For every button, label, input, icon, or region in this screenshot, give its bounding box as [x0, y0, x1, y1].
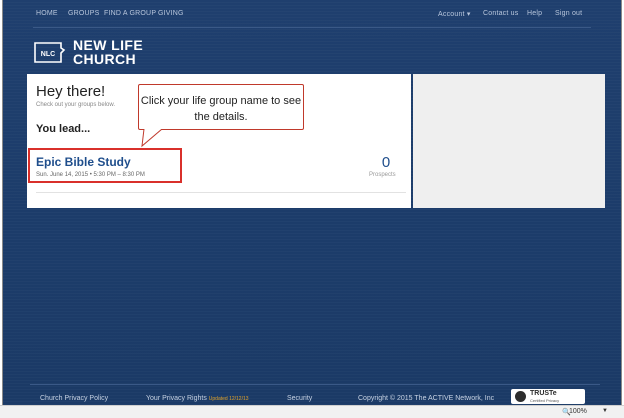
nav-find-a-group[interactable]: FIND A GROUP	[104, 10, 156, 17]
privacy-rights-label[interactable]: Your Privacy Rights	[146, 395, 207, 402]
truste-logo-icon	[515, 391, 526, 402]
truste-subtitle: Certified Privacy	[530, 398, 560, 403]
nav-account-menu[interactable]: Account ▾	[438, 10, 471, 18]
group-divider	[36, 192, 406, 193]
nav-groups[interactable]: GROUPS	[68, 10, 100, 17]
greeting-subtitle: Check out your groups below.	[36, 102, 116, 108]
footer-security[interactable]: Security	[287, 395, 312, 402]
prospects-label: Prospects	[369, 172, 396, 178]
sidebar-panel	[413, 74, 605, 208]
zoom-dropdown-icon[interactable]: ▼	[602, 408, 608, 414]
nav-contact-us[interactable]: Contact us	[483, 10, 518, 17]
callout-text: Click your life group name to see the de…	[140, 95, 302, 123]
you-lead-heading: You lead...	[36, 123, 91, 135]
logo-mark: NLC	[41, 51, 55, 58]
nav-divider	[33, 27, 591, 28]
footer-church-privacy-policy[interactable]: Church Privacy Policy	[40, 395, 108, 402]
group-name-link[interactable]: Epic Bible Study	[36, 155, 131, 169]
footer-copyright: Copyright © 2015 The ACTIVE Network, Inc	[358, 395, 495, 402]
church-logo-icon[interactable]: NLC	[33, 41, 66, 64]
zoom-level[interactable]: 100%	[569, 408, 587, 415]
truste-badge[interactable]: TRUSTe Certified Privacy	[511, 389, 585, 404]
browser-status-bar	[0, 405, 624, 418]
group-schedule: Sun. June 14, 2015 • 5:30 PM – 8:30 PM	[36, 172, 145, 178]
greeting-heading: Hey there!	[36, 83, 106, 100]
nav-sign-out[interactable]: Sign out	[555, 10, 582, 17]
prospects-count[interactable]: 0	[371, 154, 401, 171]
logo-text-line2[interactable]: CHURCH	[73, 51, 136, 67]
footer-privacy-rights[interactable]: Your Privacy Rights Updated 12/12/13	[146, 395, 249, 402]
instruction-callout: Click your life group name to see the de…	[138, 84, 304, 130]
privacy-updated-note: Updated 12/12/13	[208, 396, 249, 402]
nav-giving[interactable]: GIVING	[158, 10, 184, 17]
top-navigation: HOME GROUPS FIND A GROUP GIVING Account …	[3, 0, 621, 28]
nav-help[interactable]: Help	[527, 10, 542, 17]
footer-divider	[30, 384, 600, 385]
callout-pointer	[141, 129, 163, 148]
nav-home[interactable]: HOME	[36, 10, 58, 17]
truste-title: TRUSTe	[530, 390, 557, 397]
